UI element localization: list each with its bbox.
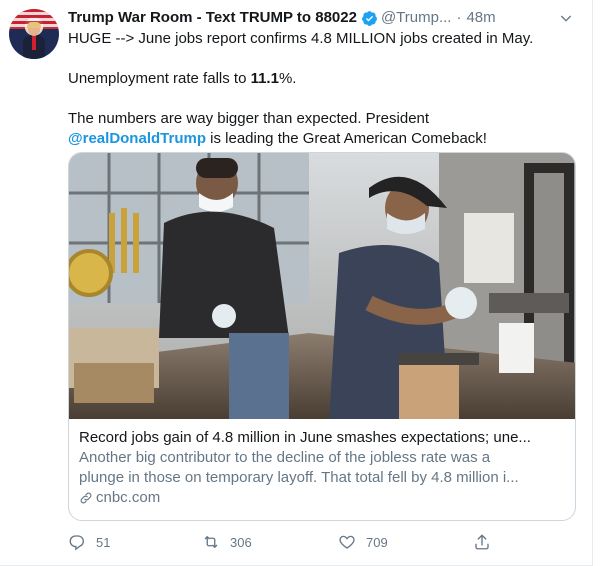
like-count: 709 (366, 534, 388, 550)
like-button[interactable]: 709 (338, 532, 388, 552)
avatar[interactable] (9, 9, 59, 59)
timestamp[interactable]: 48m (466, 8, 495, 28)
kitchen-workers-image (69, 153, 575, 419)
tweet-header: Trump War Room - Text TRUMP to 88022 @Tr… (68, 8, 578, 28)
share-icon (475, 534, 489, 550)
tweet-line-3: The numbers are way bigger than expected… (68, 110, 430, 127)
tweet-line-2: Unemployment rate falls to 11.1%. (68, 69, 578, 89)
card-domain-text: cnbc.com (96, 489, 161, 506)
chevron-down-icon[interactable] (558, 10, 574, 26)
tweet[interactable]: Trump War Room - Text TRUMP to 88022 @Tr… (0, 0, 593, 566)
verified-badge-icon (361, 10, 377, 26)
retweet-button[interactable]: 306 (202, 532, 252, 552)
reply-button[interactable]: 51 (68, 532, 110, 552)
heart-icon (339, 535, 355, 549)
share-button[interactable] (473, 532, 501, 552)
mention-link[interactable]: @realDonaldTrump (68, 130, 206, 147)
unemployment-rate-value: 11.1 (250, 70, 279, 87)
tweet-actions: 51 306 709 (68, 532, 578, 552)
separator-dot: · (456, 9, 462, 26)
tweet-text: HUGE --> June jobs report confirms 4.8 M… (68, 29, 578, 149)
tweet-line-4-text: is leading the Great American Comeback! (205, 130, 487, 147)
avatar-person (23, 22, 45, 59)
card-description: Another big contributor to the decline o… (79, 448, 565, 488)
retweet-icon (204, 536, 218, 548)
reply-icon (69, 535, 84, 551)
card-photo[interactable] (69, 153, 575, 419)
tweet-content: Trump War Room - Text TRUMP to 88022 @Tr… (68, 8, 578, 551)
card-text: Record jobs gain of 4.8 million in June … (69, 419, 575, 508)
card-domain: cnbc.com (79, 488, 565, 508)
card-description-line-2: plunge in those on temporary layoff. Tha… (79, 469, 519, 486)
reply-count: 51 (96, 534, 111, 550)
card-title[interactable]: Record jobs gain of 4.8 million in June … (79, 428, 565, 448)
link-icon (80, 492, 92, 504)
tweet-line-4: @realDonaldTrump is leading the Great Am… (68, 129, 578, 149)
retweet-count: 306 (230, 534, 252, 550)
tweet-line-1: HUGE --> June jobs report confirms 4.8 M… (68, 30, 534, 47)
tweet-line-2-suffix: %. (278, 70, 297, 87)
card-description-line-1: Another big contributor to the decline o… (79, 449, 491, 466)
author-name[interactable]: Trump War Room - Text TRUMP to 88022 (68, 8, 357, 28)
link-preview-card[interactable]: Record jobs gain of 4.8 million in June … (68, 152, 576, 521)
author-handle[interactable]: @Trump... (381, 8, 452, 28)
tweet-line-2-text: Unemployment rate falls to (68, 70, 251, 87)
